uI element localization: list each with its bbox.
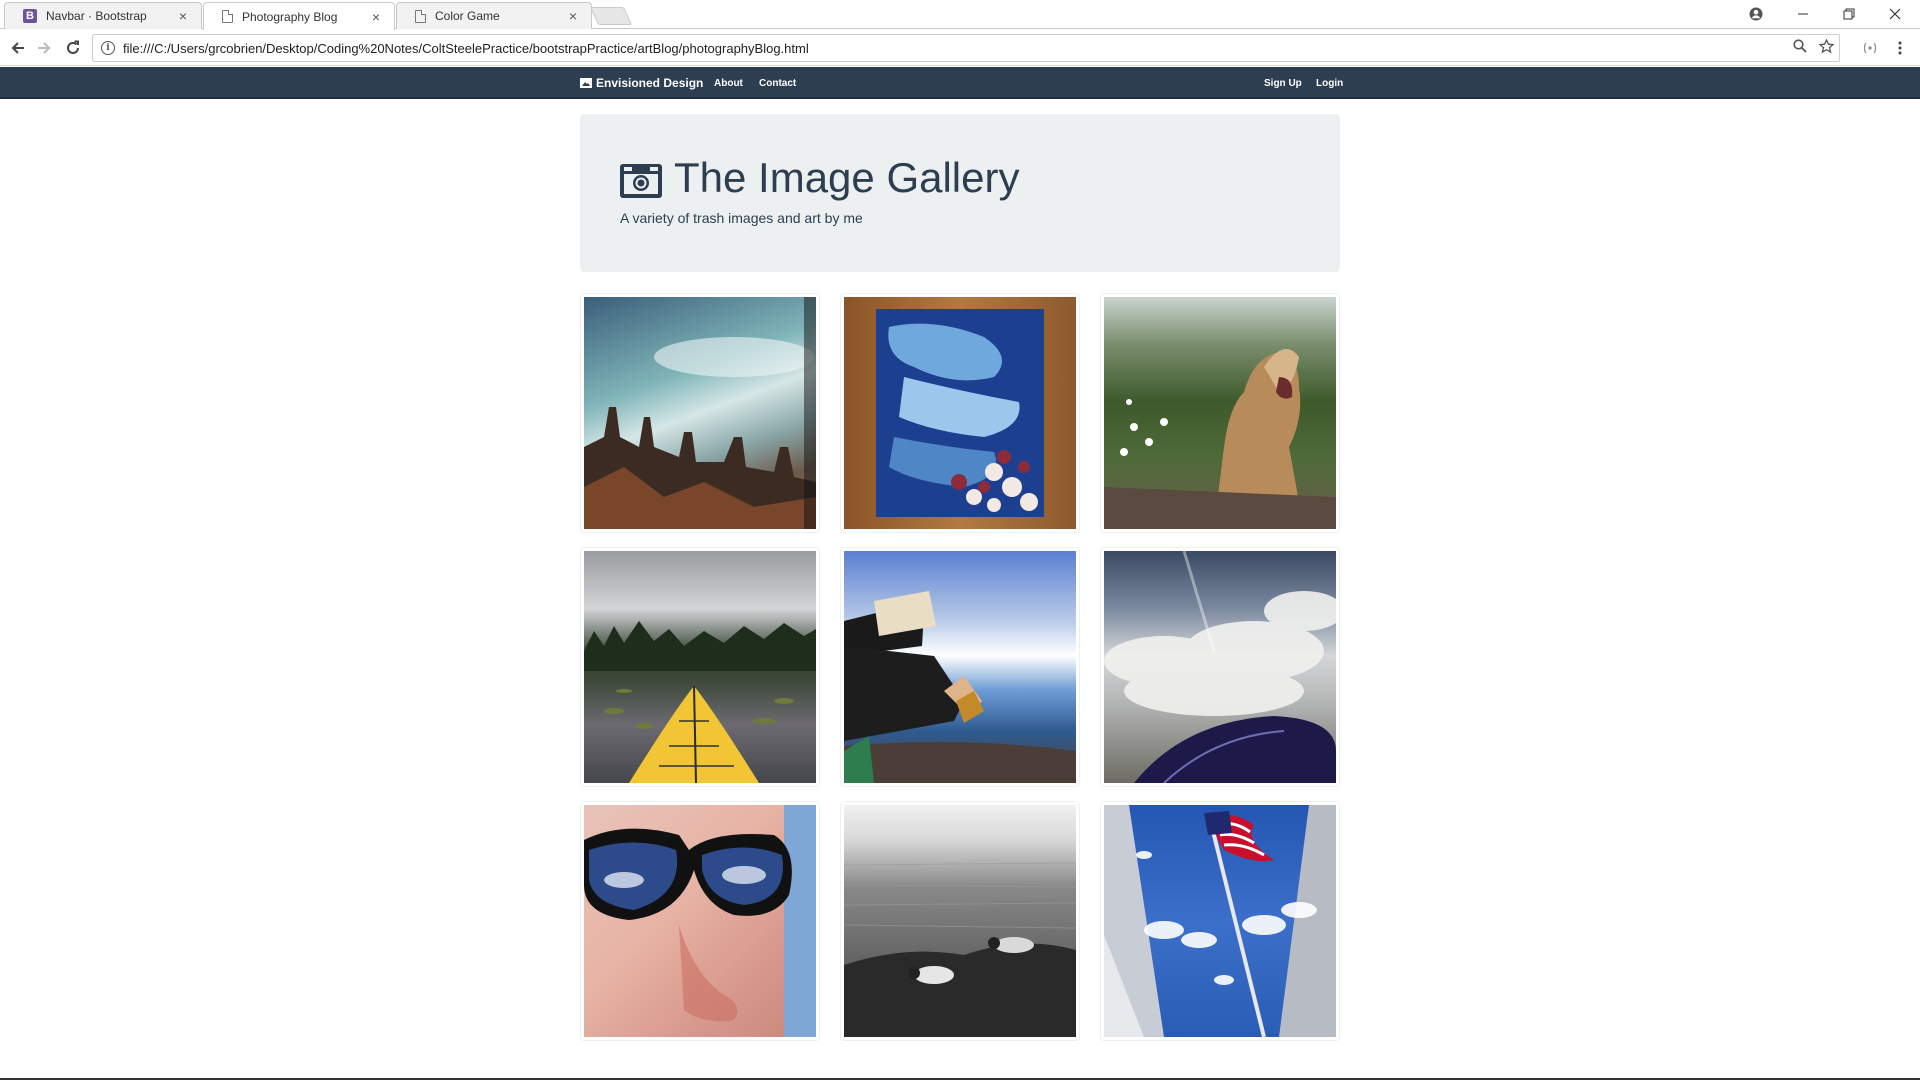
menu-kebab-icon[interactable]: [1888, 36, 1912, 60]
tab-strip: B Navbar · Bootstrap × Photography Blog …: [0, 0, 1920, 30]
page-viewport: Envisioned Design About Contact Sign Up …: [0, 67, 1920, 1080]
bookmark-star-icon[interactable]: [1813, 37, 1839, 58]
sunglasses-selfie-photo[interactable]: [580, 801, 820, 1041]
close-window-icon[interactable]: [1872, 0, 1917, 28]
extension-icon[interactable]: [1858, 36, 1882, 60]
picture-icon: [580, 78, 592, 88]
new-tab-button[interactable]: [589, 7, 633, 25]
jumbotron: The Image Gallery A variety of trash ima…: [580, 114, 1340, 272]
kayak-lake-photo[interactable]: [580, 547, 820, 787]
site-navbar: Envisioned Design About Contact Sign Up …: [0, 67, 1920, 99]
tab-label: Photography Blog: [242, 9, 338, 24]
bootstrap-favicon-icon: B: [23, 9, 37, 23]
brand-label: Envisioned Design: [596, 76, 704, 90]
clouds-airplane-photo[interactable]: [1100, 547, 1340, 787]
reload-icon[interactable]: [61, 36, 85, 60]
site-info-icon[interactable]: i: [101, 41, 115, 55]
tab-label: Navbar · Bootstrap: [46, 9, 147, 23]
close-tab-icon[interactable]: ×: [368, 9, 384, 25]
nav-link-about[interactable]: About: [714, 67, 743, 99]
tab-navbar-bootstrap[interactable]: B Navbar · Bootstrap ×: [4, 2, 202, 29]
document-icon: [222, 10, 233, 23]
rocky-shore-bw-photo[interactable]: [840, 801, 1080, 1041]
tab-label: Color Game: [435, 9, 500, 23]
tab-color-game[interactable]: Color Game ×: [396, 2, 592, 29]
close-tab-icon[interactable]: ×: [175, 8, 191, 24]
document-icon: [415, 9, 426, 23]
browser-toolbar: i file:///C:/Users/grcobrien/Desktop/Cod…: [0, 30, 1920, 66]
nav-link-sign-up[interactable]: Sign Up: [1264, 67, 1302, 99]
page-title: The Image Gallery: [620, 154, 1019, 202]
url-text[interactable]: file:///C:/Users/grcobrien/Desktop/Codin…: [123, 41, 1787, 56]
nav-link-contact[interactable]: Contact: [759, 67, 796, 99]
camera-icon: [620, 160, 662, 198]
profile-icon[interactable]: [1733, 0, 1778, 28]
page-subtitle: A variety of trash images and art by me: [620, 210, 863, 226]
yawning-dog-photo[interactable]: [1100, 293, 1340, 533]
castle-rooftops-photo[interactable]: [580, 293, 820, 533]
forward-arrow-icon[interactable]: [32, 36, 56, 60]
reading-by-lake-photo[interactable]: [840, 547, 1080, 787]
zoom-icon[interactable]: [1787, 39, 1813, 57]
tab-photography-blog[interactable]: Photography Blog ×: [203, 2, 395, 30]
page-title-text: The Image Gallery: [674, 154, 1020, 201]
close-tab-icon[interactable]: ×: [565, 8, 581, 24]
nav-link-login[interactable]: Login: [1316, 67, 1343, 99]
restore-icon[interactable]: [1826, 0, 1871, 28]
american-flag-photo[interactable]: [1100, 801, 1340, 1041]
back-arrow-icon[interactable]: [6, 36, 30, 60]
minimize-icon[interactable]: [1780, 0, 1825, 28]
blue-painting-flowers-photo[interactable]: [840, 293, 1080, 533]
address-bar[interactable]: i file:///C:/Users/grcobrien/Desktop/Cod…: [92, 34, 1840, 62]
navbar-brand[interactable]: Envisioned Design: [580, 67, 703, 99]
